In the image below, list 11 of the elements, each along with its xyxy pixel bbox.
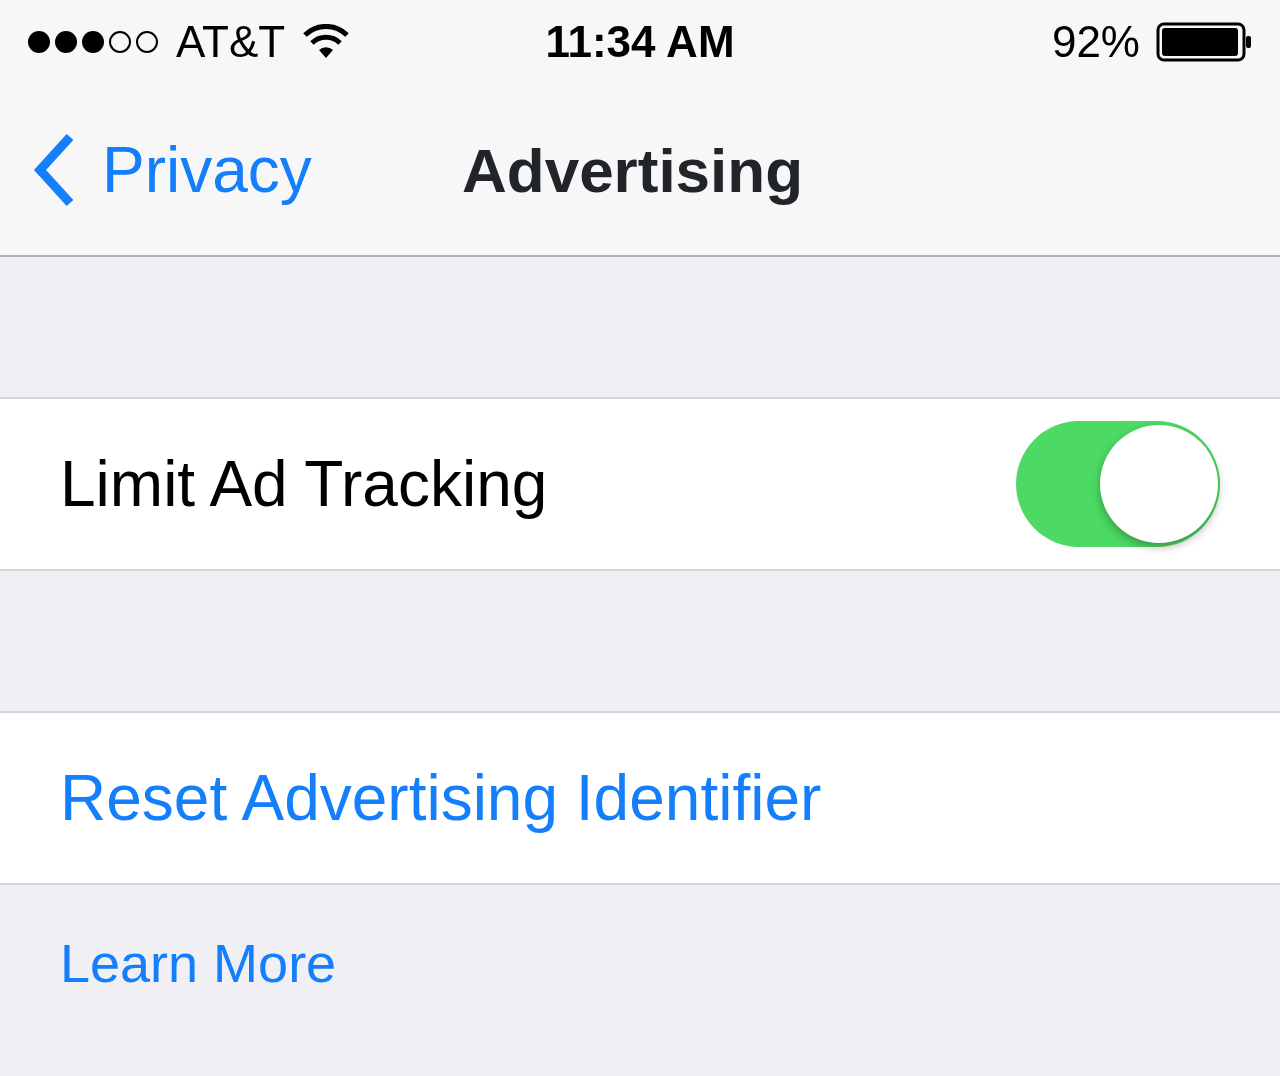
clock-time: 11:34 AM [545,16,735,68]
signal-icon [26,28,160,56]
back-button[interactable]: Privacy [0,121,312,218]
learn-more-link[interactable]: Learn More [60,923,337,1004]
reset-action[interactable]: Reset Advertising Identifier [60,750,822,846]
carrier-name: AT&T [176,16,286,68]
chevron-left-icon [32,132,76,207]
battery-icon [1156,22,1254,62]
page-title: Advertising [462,134,804,207]
setting-label: Limit Ad Tracking [60,447,548,522]
battery-percent: 92% [1051,16,1140,68]
